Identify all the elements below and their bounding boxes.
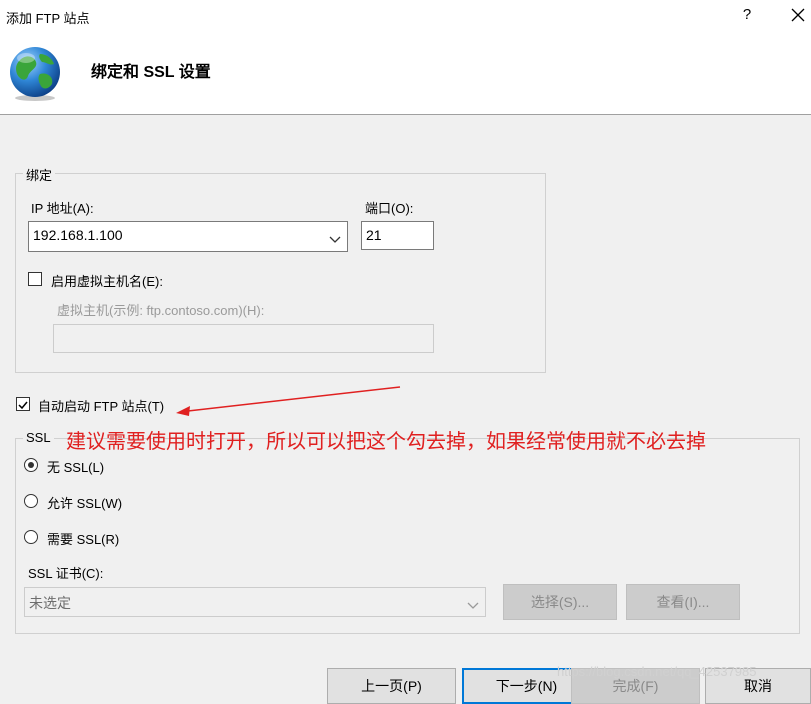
virtual-host-input — [53, 324, 434, 353]
autostart-label: 自动启动 FTP 站点(T) — [38, 399, 165, 414]
ssl-require-radio[interactable] — [24, 530, 38, 544]
ip-address-combobox[interactable]: 192.168.1.100 — [28, 221, 348, 252]
ssl-allow-label: 允许 SSL(W) — [47, 496, 123, 511]
annotation-text: 建议需要使用时打开，所以可以把这个勾去掉，如果经常使用就不必去掉 — [66, 431, 706, 453]
chevron-down-icon — [329, 231, 341, 243]
autostart-checkbox[interactable] — [16, 397, 30, 411]
binding-group-legend: 绑定 — [23, 165, 56, 184]
virtual-host-checkbox[interactable] — [28, 272, 42, 286]
port-label: 端口(O): — [365, 201, 414, 216]
ssl-view-button: 查看(I)... — [626, 584, 740, 620]
ssl-none-radio[interactable] — [24, 458, 38, 472]
ssl-cert-combobox: 未选定 — [24, 587, 486, 617]
watermark: https://blog.csdn.net/qq_42537985 — [557, 664, 757, 679]
port-value: 21 — [366, 227, 382, 243]
page-title: 绑定和 SSL 设置 — [91, 64, 211, 81]
title-bar: 添加 FTP 站点 ? — [0, 0, 811, 32]
ssl-allow-radio[interactable] — [24, 494, 38, 508]
close-icon[interactable] — [787, 4, 809, 26]
port-input[interactable]: 21 — [361, 221, 434, 250]
ssl-cert-label: SSL 证书(C): — [28, 566, 104, 581]
ssl-select-button: 选择(S)... — [503, 584, 617, 620]
radio-selected-dot — [28, 462, 34, 468]
virtual-host-label: 虚拟主机(示例: ftp.contoso.com)(H): — [57, 303, 265, 318]
prev-button[interactable]: 上一页(P) — [327, 668, 456, 704]
virtual-host-checkbox-label: 启用虚拟主机名(E): — [51, 274, 163, 289]
chevron-down-icon — [467, 597, 479, 609]
checkmark-icon — [18, 401, 28, 410]
help-button[interactable]: ? — [737, 6, 757, 26]
ssl-require-label: 需要 SSL(R) — [47, 532, 120, 547]
wizard-header: 绑定和 SSL 设置 — [0, 32, 811, 115]
ssl-group-legend: SSL — [23, 430, 54, 445]
ip-address-value: 192.168.1.100 — [33, 227, 123, 243]
ssl-none-label: 无 SSL(L) — [47, 460, 105, 475]
globe-icon — [6, 44, 64, 102]
ssl-cert-value: 未选定 — [29, 595, 71, 611]
ip-address-label: IP 地址(A): — [31, 201, 94, 216]
window-title: 添加 FTP 站点 — [6, 11, 90, 26]
